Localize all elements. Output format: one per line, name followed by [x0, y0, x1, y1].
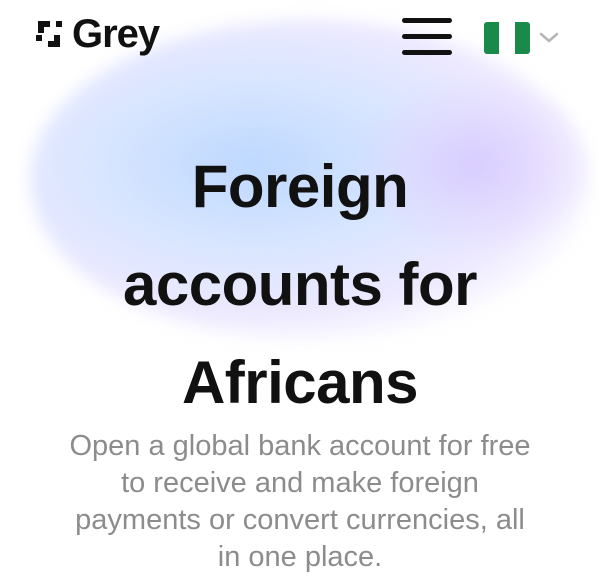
menu-button[interactable]: [398, 16, 456, 58]
site-header: Grey: [0, 0, 600, 72]
brand-logo-link[interactable]: Grey: [32, 12, 160, 56]
chevron-down-icon: [539, 32, 559, 43]
country-selector[interactable]: [484, 22, 560, 54]
hero-subtitle: Open a global bank account for free to r…: [69, 430, 531, 573]
grey-logo-icon: [36, 21, 62, 47]
hero-title-line: Foreign: [191, 153, 409, 220]
hero-title-line: Africans: [181, 349, 419, 416]
nigeria-flag-icon: [484, 22, 530, 54]
hero-title-line: accounts for: [122, 251, 478, 318]
hero-title: Foreign accounts for Africans: [0, 138, 600, 432]
brand-name: Grey: [72, 12, 160, 56]
